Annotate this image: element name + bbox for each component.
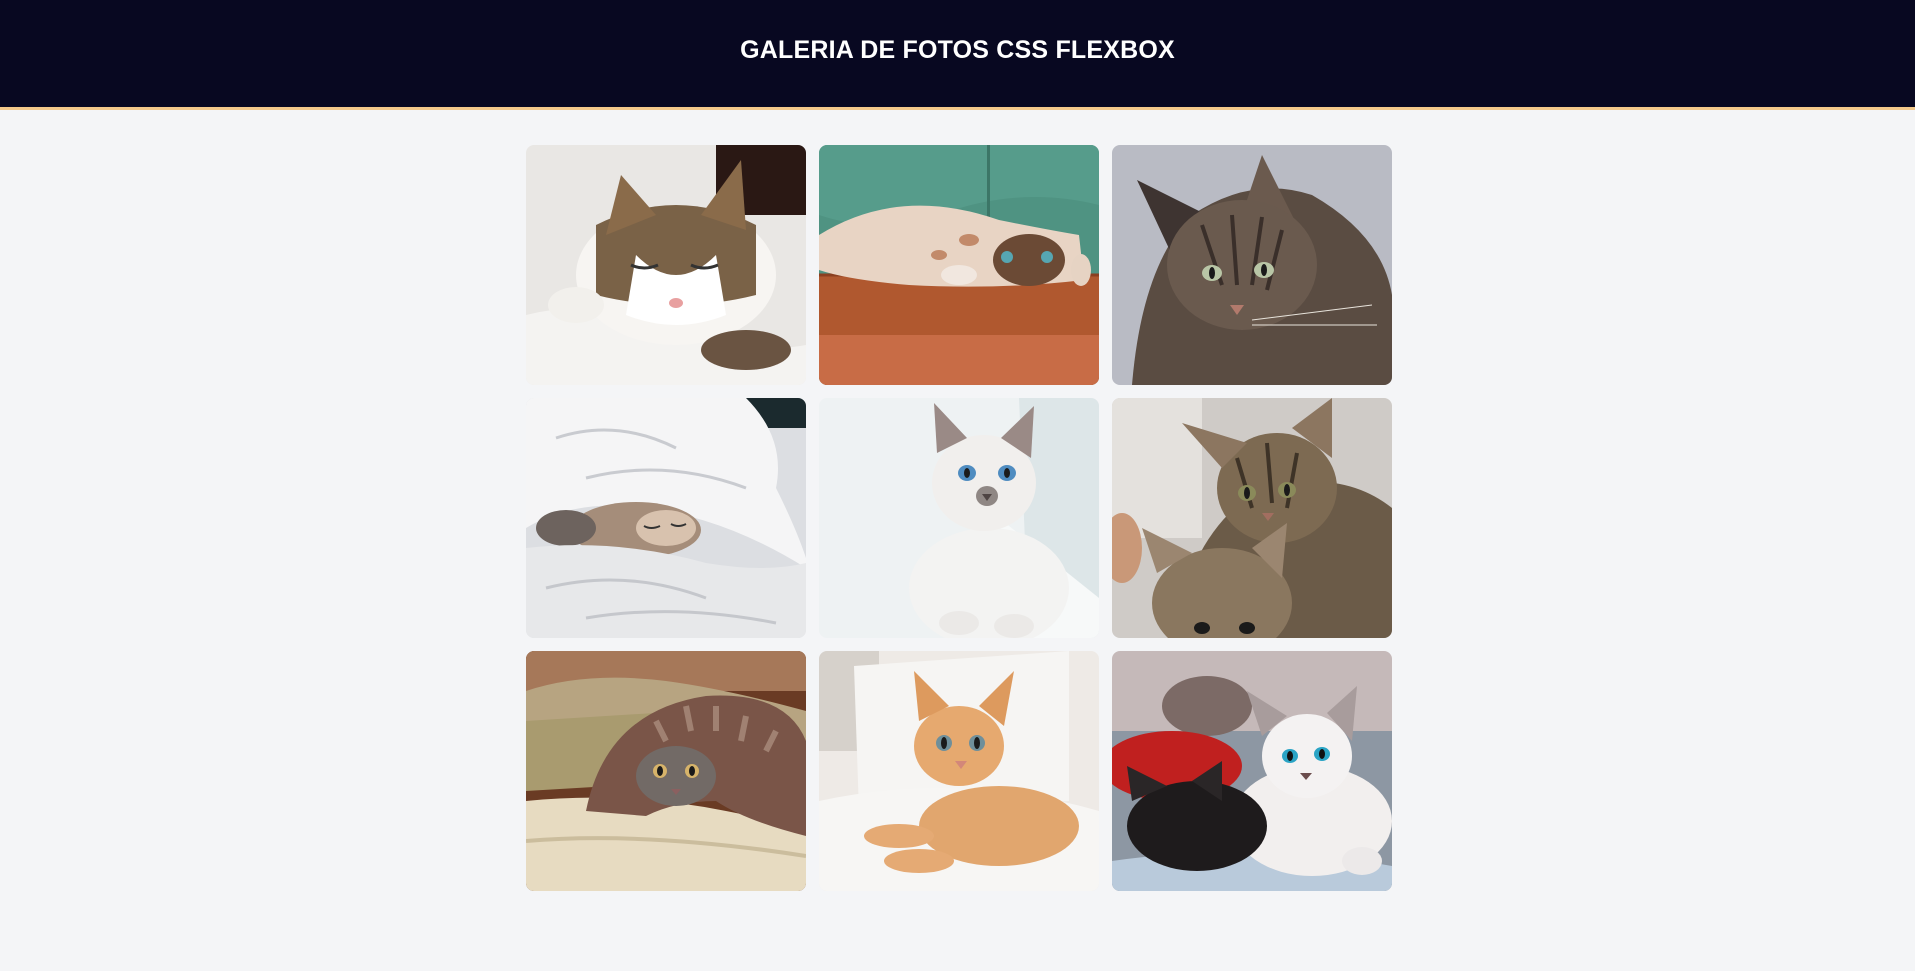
gallery-photo[interactable] xyxy=(819,651,1099,891)
gallery-photo[interactable] xyxy=(526,145,806,385)
gallery-photo[interactable] xyxy=(526,398,806,638)
tabby-kittens-image xyxy=(1112,398,1392,638)
kitten-on-floor-image xyxy=(819,145,1099,385)
gallery-photo[interactable] xyxy=(1112,145,1392,385)
page-title: GALERIA DE FOTOS CSS FLEXBOX xyxy=(740,36,1175,64)
photo-gallery xyxy=(526,145,1392,891)
kitten-under-brown-blanket-image xyxy=(526,651,806,891)
black-white-kittens-image xyxy=(1112,651,1392,891)
gallery-photo[interactable] xyxy=(819,398,1099,638)
sleeping-cat-image xyxy=(526,145,806,385)
tabby-cat-image xyxy=(1112,145,1392,385)
gallery-photo[interactable] xyxy=(819,145,1099,385)
gallery-photo[interactable] xyxy=(526,651,806,891)
white-kitten-image xyxy=(819,398,1099,638)
kitten-under-blanket-image xyxy=(526,398,806,638)
orange-kitten-image xyxy=(819,651,1099,891)
page-header: GALERIA DE FOTOS CSS FLEXBOX xyxy=(0,0,1915,110)
gallery-photo[interactable] xyxy=(1112,651,1392,891)
gallery-photo[interactable] xyxy=(1112,398,1392,638)
